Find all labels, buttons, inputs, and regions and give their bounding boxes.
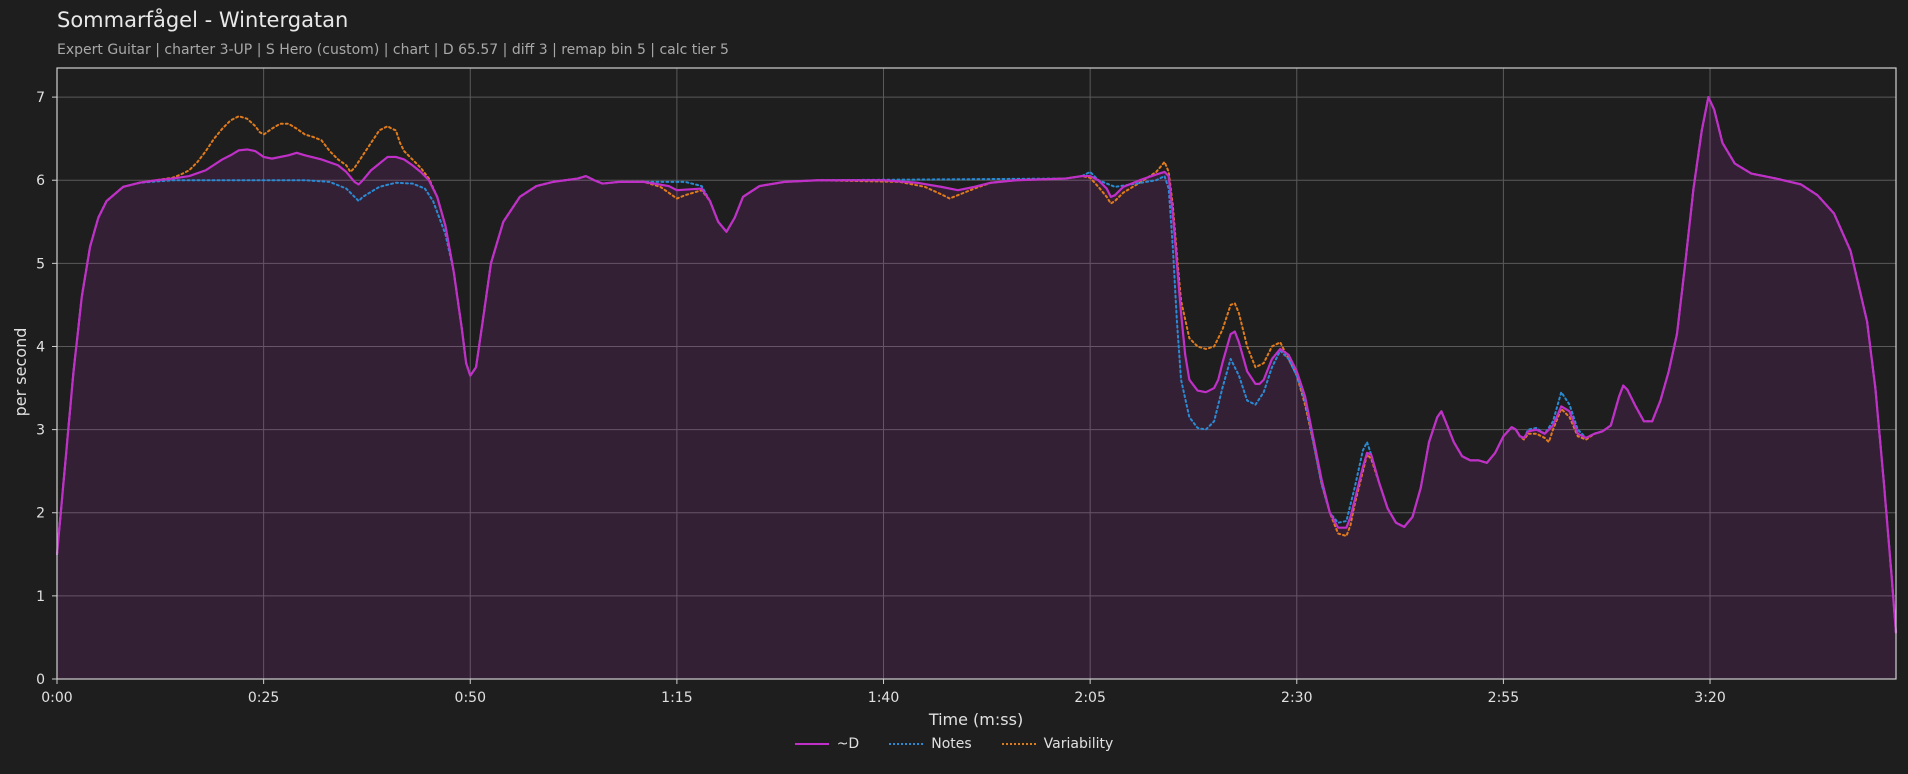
y-tick-label: 6 [36,173,45,189]
legend-item: ~D [794,736,860,752]
x-tick-label: 0:25 [248,690,279,706]
legend-label: Notes [931,736,972,752]
legend-swatch [1001,743,1036,745]
chart-svg: 0:00 0:25 0:50 1:15 1:40 2:05 2:30 2:55 3:20 0 1 2 3… [11,67,1898,729]
x-tick-label: 3:20 [1694,690,1725,706]
x-tick-label: 0:00 [41,690,72,706]
x-axis-label: Time (m:ss) [928,710,1023,729]
x-tick-label: 2:05 [1074,690,1105,706]
x-tick-label: 1:15 [661,690,692,706]
legend-item: Notes [889,736,972,752]
x-tick-label: 2:55 [1488,690,1519,706]
y-axis-label: per second [11,328,30,417]
y-tick-label: 1 [36,589,45,605]
y-tick-label: 7 [36,90,45,106]
y-tick-label: 3 [36,423,45,439]
x-tick-label: 2:30 [1281,690,1312,706]
x-tick-label: 0:50 [455,690,486,706]
legend-swatch [889,743,924,745]
y-tick-label: 2 [36,506,45,522]
legend-swatch [794,743,829,745]
legend-label: ~D [836,736,860,752]
y-tick-label: 0 [36,672,45,688]
x-tick-label: 1:40 [868,690,899,706]
y-tick-label: 5 [36,256,45,272]
y-tick-label: 4 [36,339,45,355]
chart-root: Sommarfågel - Wintergatan Expert Guitar … [0,0,1908,774]
legend-item: Variability [1001,736,1114,752]
chart-legend: ~D Notes Variability [0,736,1908,752]
legend-label: Variability [1043,736,1114,752]
